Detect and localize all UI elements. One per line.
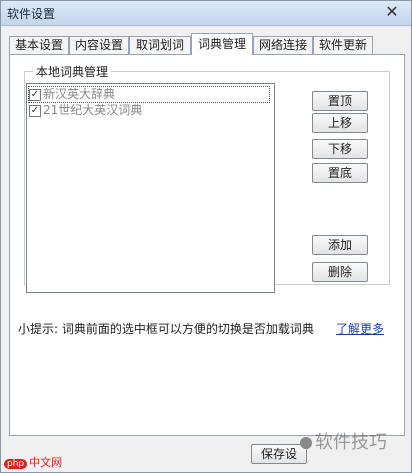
tab-dictionary-management[interactable]: 词典管理	[191, 33, 253, 55]
tab-software-update[interactable]: 软件更新	[313, 36, 373, 54]
tab-basic-settings[interactable]: 基本设置	[9, 36, 69, 54]
watermark-badge: php	[4, 459, 28, 469]
close-icon[interactable]: ✕	[377, 3, 407, 21]
checkbox[interactable]: ✓	[29, 88, 41, 101]
save-button[interactable]: 保存设	[251, 444, 307, 464]
watermark-right-text: 软件技巧	[315, 432, 387, 453]
watermark-right: 软件技巧	[300, 428, 387, 454]
dictionary-name: 21世纪大英汉词典	[43, 103, 143, 117]
settings-window: 软件设置 ✕ 基本设置 内容设置 取词划词 词典管理 网络连接 软件更新 本地词…	[0, 0, 412, 473]
window-title: 软件设置	[7, 7, 56, 21]
checkbox[interactable]: ✓	[29, 104, 41, 117]
delete-button[interactable]: 删除	[312, 262, 368, 282]
tab-network[interactable]: 网络连接	[253, 36, 313, 54]
group-label: 本地词典管理	[33, 63, 112, 80]
watermark-left: php 中文网	[4, 454, 62, 470]
dictionary-panel: 本地词典管理 ✓ 新汉英大辞典 ✓ 21世纪大英汉词典 置顶 上移 下移 置底 添加…	[9, 54, 405, 436]
dictionary-list[interactable]: ✓ 新汉英大辞典 ✓ 21世纪大英汉词典	[26, 83, 275, 293]
title-bar: 软件设置 ✕	[1, 1, 411, 26]
list-item[interactable]: ✓ 新汉英大辞典	[28, 86, 270, 103]
watermark-left-text: 中文网	[29, 456, 63, 469]
add-button[interactable]: 添加	[312, 235, 368, 255]
move-top-button[interactable]: 置顶	[312, 91, 368, 111]
tab-content-settings[interactable]: 内容设置	[69, 36, 129, 54]
move-bottom-button[interactable]: 置底	[312, 163, 368, 183]
dictionary-name: 新汉英大辞典	[43, 87, 116, 101]
learn-more-link[interactable]: 了解更多	[336, 320, 384, 337]
hint-text: 小提示: 词典前面的选中框可以方便的切换是否加载词典	[18, 322, 314, 336]
tab-word-capture[interactable]: 取词划词	[129, 36, 191, 54]
move-up-button[interactable]: 上移	[312, 113, 368, 133]
watermark-logo-icon	[300, 437, 312, 449]
move-down-button[interactable]: 下移	[312, 139, 368, 159]
list-item[interactable]: ✓ 21世纪大英汉词典	[29, 103, 142, 118]
